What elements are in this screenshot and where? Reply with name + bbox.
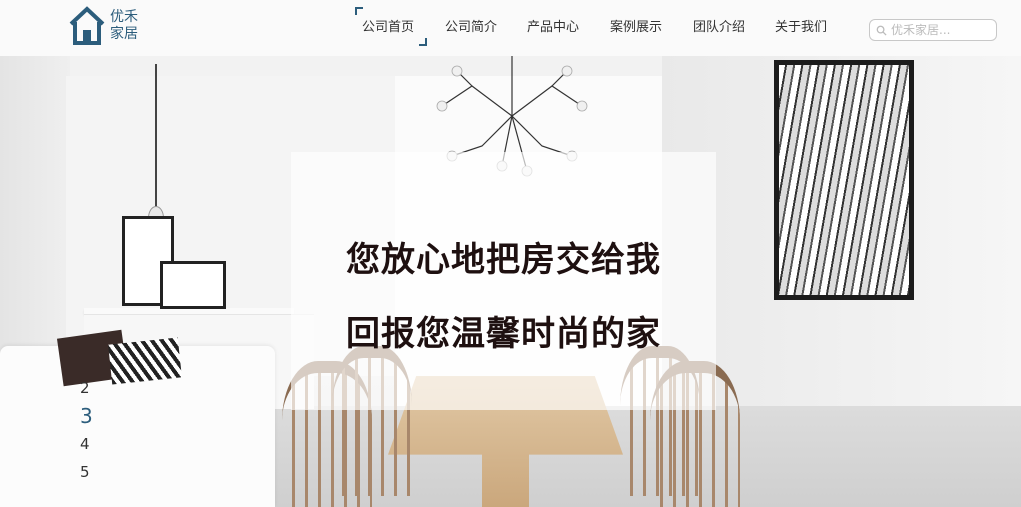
slogan-panel: 您放心地把房交给我 回报您温馨时尚的家 xyxy=(291,152,716,410)
nav-item-label: 公司首页 xyxy=(361,19,414,35)
top-header: 优禾 家居 公司首页 公司简介 产品中心 案例展示 团队介绍 关于我们 xyxy=(0,0,1021,56)
search-box[interactable] xyxy=(869,19,997,41)
active-corner-bottom-right xyxy=(419,38,427,46)
nav-item-label: 关于我们 xyxy=(774,19,827,35)
hero-banner: 您放心地把房交给我 回报您温馨时尚的家 2 3 4 5 xyxy=(0,56,1021,507)
nav-item-label: 团队介绍 xyxy=(692,19,745,35)
slide-pager: 2 3 4 5 xyxy=(80,378,100,490)
nav-item-home[interactable]: 公司首页 xyxy=(346,0,430,50)
slogan-line-1: 您放心地把房交给我 xyxy=(346,240,661,280)
search-input[interactable] xyxy=(891,23,991,37)
nav-item-label: 产品中心 xyxy=(526,19,579,35)
nav-item-label: 公司简介 xyxy=(444,19,497,35)
nav-item-company-intro[interactable]: 公司简介 xyxy=(430,0,512,50)
brand-name-line2: 家居 xyxy=(110,26,138,42)
banner-poster xyxy=(160,261,226,309)
main-nav: 公司首页 公司简介 产品中心 案例展示 团队介绍 关于我们 xyxy=(346,0,842,50)
house-icon xyxy=(69,6,105,45)
slide-pager-item[interactable]: 2 xyxy=(80,378,100,406)
slide-pager-item-active[interactable]: 3 xyxy=(80,406,100,434)
nav-item-cases[interactable]: 案例展示 xyxy=(594,0,678,50)
brand-name-line1: 优禾 xyxy=(110,9,138,25)
nav-item-about[interactable]: 关于我们 xyxy=(760,0,842,50)
banner-wall-art xyxy=(774,60,914,300)
nav-item-team[interactable]: 团队介绍 xyxy=(678,0,760,50)
banner-lamp-cord xyxy=(155,64,157,214)
slide-pager-item[interactable]: 4 xyxy=(80,434,100,462)
slide-pager-item[interactable]: 5 xyxy=(80,462,100,490)
nav-item-products[interactable]: 产品中心 xyxy=(512,0,594,50)
brand-logo[interactable]: 优禾 家居 xyxy=(68,6,138,46)
brand-name: 优禾 家居 xyxy=(110,9,138,43)
banner-pillow xyxy=(108,337,182,385)
nav-item-label: 案例展示 xyxy=(609,19,662,35)
search-icon[interactable] xyxy=(876,25,887,36)
active-corner-top-left xyxy=(355,7,363,15)
slogan-line-2: 回报您温馨时尚的家 xyxy=(346,314,661,354)
